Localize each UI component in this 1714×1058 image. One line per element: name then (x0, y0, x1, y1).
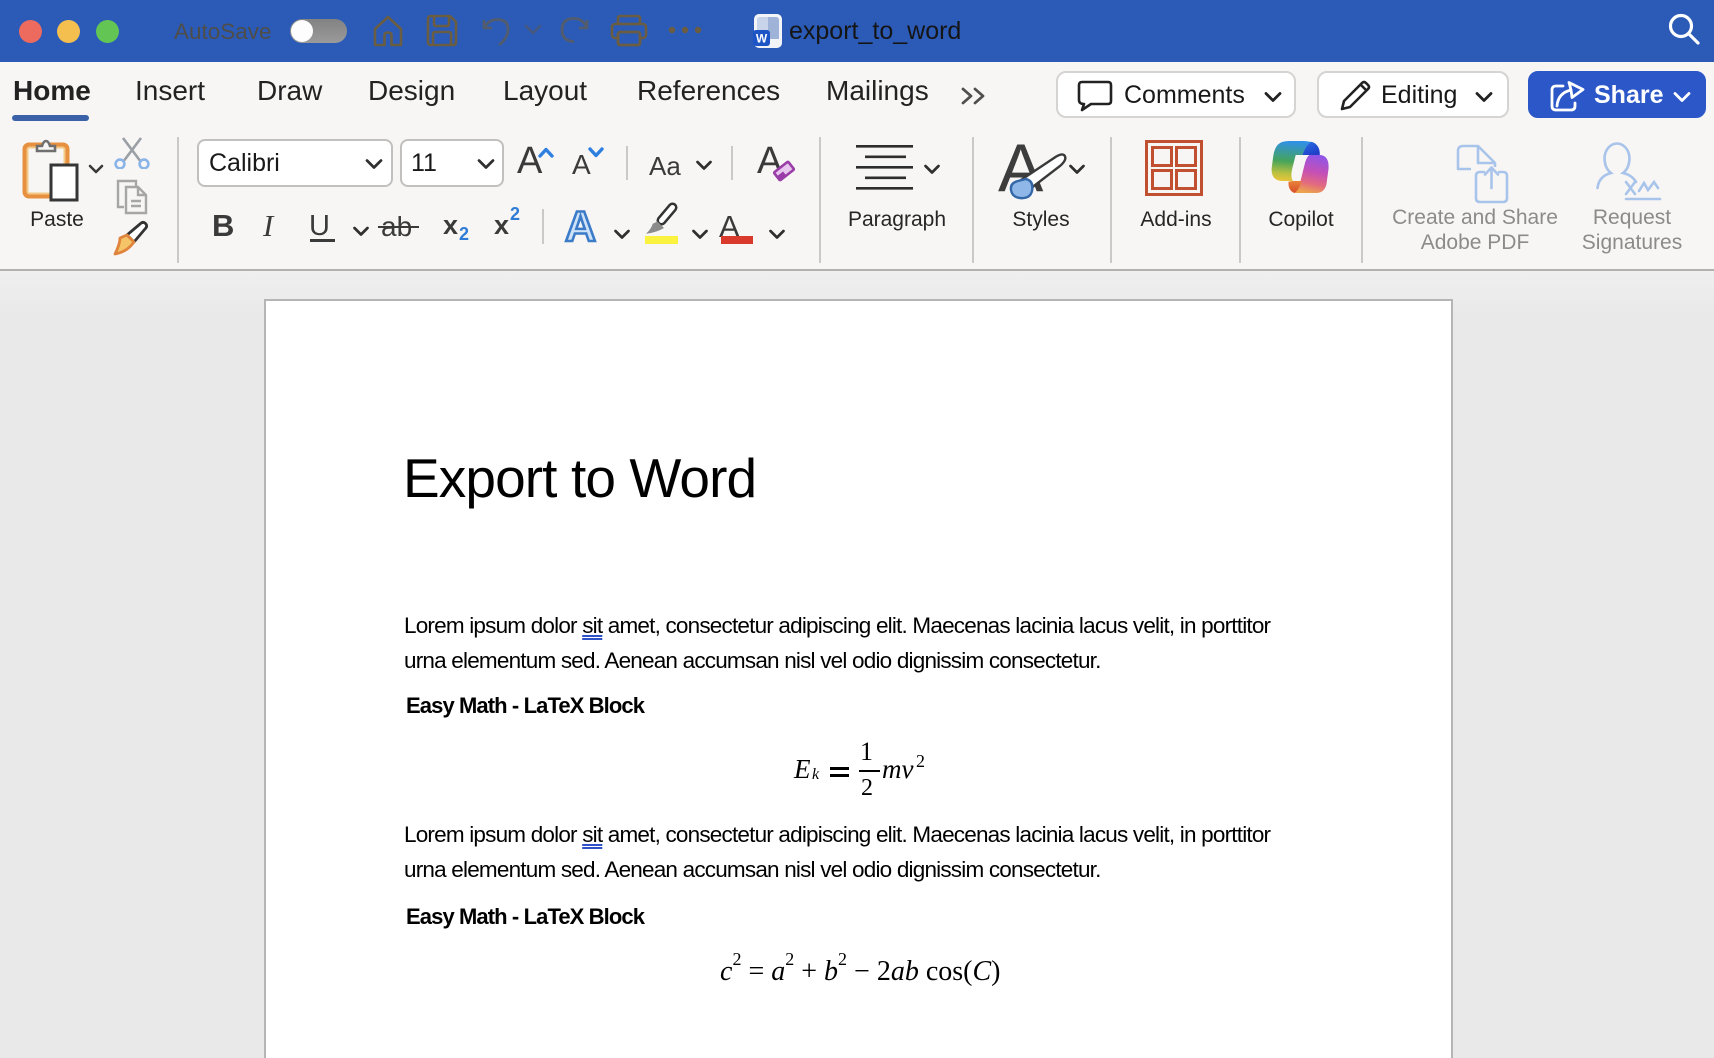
svg-text:W: W (756, 32, 768, 46)
